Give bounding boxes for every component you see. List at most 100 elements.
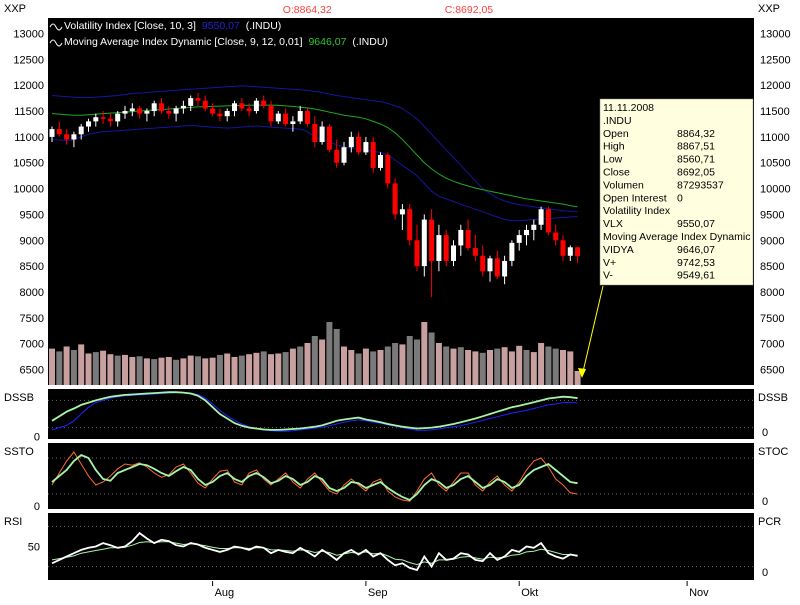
volume-bar bbox=[501, 347, 508, 385]
header-line1-close: C:8692,05 bbox=[445, 4, 494, 16]
candle-body bbox=[93, 117, 99, 122]
volume-bar bbox=[443, 346, 450, 385]
price-tick-label-right: 7000 bbox=[760, 339, 784, 351]
volume-bar bbox=[530, 352, 537, 385]
price-tick-label-left: 6500 bbox=[20, 364, 44, 376]
candle-body bbox=[341, 147, 347, 163]
price-tick-label-left: 8000 bbox=[20, 287, 44, 299]
volume-bar bbox=[92, 352, 99, 385]
price-tick-label-right: 12500 bbox=[760, 54, 791, 66]
dssb-panel[interactable] bbox=[48, 389, 754, 439]
candle-body bbox=[494, 258, 500, 277]
candle-body bbox=[575, 247, 581, 257]
candle-body bbox=[268, 105, 274, 122]
tooltip-row-label: V- bbox=[603, 270, 613, 282]
volume-bar bbox=[465, 350, 472, 385]
volume-bar bbox=[260, 351, 267, 385]
volume-bar bbox=[224, 353, 231, 385]
header-line2: Volatility Index [Close, 10, 3] 9550,07 … bbox=[64, 20, 281, 32]
volume-bar bbox=[348, 350, 355, 385]
candle-body bbox=[553, 232, 559, 241]
candle-body bbox=[275, 113, 281, 122]
volume-bar bbox=[508, 351, 515, 385]
volume-bar bbox=[545, 346, 552, 385]
volume-bar bbox=[238, 355, 245, 385]
candle-body bbox=[64, 134, 70, 140]
volume-bar bbox=[275, 353, 282, 385]
volume-bar bbox=[399, 344, 406, 385]
time-tick-label: Okt bbox=[521, 587, 538, 599]
volume-bar bbox=[180, 358, 187, 385]
price-tick-label-right: 12000 bbox=[760, 80, 791, 92]
volume-bar bbox=[355, 353, 362, 385]
candle-body bbox=[487, 258, 493, 272]
candle-body bbox=[71, 134, 77, 140]
price-tick-label-left: 8500 bbox=[20, 261, 44, 273]
candle-body bbox=[348, 136, 354, 148]
candle-body bbox=[224, 111, 230, 117]
candle-body bbox=[458, 229, 464, 246]
volume-bar bbox=[362, 348, 369, 385]
price-tick-label-left: 7500 bbox=[20, 313, 44, 325]
stoch-tick-label: 0 bbox=[34, 501, 40, 513]
tooltip-row-label: Volumen bbox=[603, 179, 644, 191]
tooltip-row-label: .INDU bbox=[603, 115, 632, 127]
candlestick bbox=[392, 178, 398, 220]
tooltip-row-label: Low bbox=[603, 154, 623, 166]
stoch-label-right: STOC bbox=[758, 446, 788, 458]
volume-bar bbox=[100, 350, 107, 385]
tooltip-row-label: Close bbox=[603, 167, 630, 179]
candle-body bbox=[144, 111, 150, 114]
candle-body bbox=[195, 98, 201, 101]
rsi-label-right: PCR bbox=[758, 516, 781, 528]
candle-body bbox=[78, 126, 84, 135]
tooltip-row-value: 9646,07 bbox=[677, 244, 715, 256]
volume-bar bbox=[319, 339, 326, 385]
scale-label-left: XXP bbox=[4, 3, 26, 15]
volume-bar bbox=[487, 350, 493, 385]
data-tooltip: 11.11.2008.INDUOpen 8864,32 High 8867,51 Low… bbox=[599, 98, 754, 286]
candle-body bbox=[421, 219, 427, 267]
volume-bar bbox=[523, 350, 530, 385]
tooltip-row-value: 9550,07 bbox=[677, 218, 715, 230]
candle-body bbox=[210, 108, 216, 114]
scale-label-right: XXP bbox=[758, 3, 780, 15]
tooltip-row-value: 8692,05 bbox=[677, 167, 715, 179]
price-tick-label-right: 10000 bbox=[760, 184, 791, 196]
tooltip-row-label: 11.11.2008 bbox=[603, 102, 654, 114]
candle-body bbox=[326, 126, 332, 150]
volume-bar bbox=[202, 358, 209, 385]
volume-bar bbox=[304, 343, 311, 385]
candle-body bbox=[159, 103, 164, 112]
volume-bar bbox=[268, 354, 274, 385]
volume-bar bbox=[435, 343, 442, 385]
candle-body bbox=[297, 111, 303, 122]
candle-body bbox=[407, 209, 413, 241]
volume-bar bbox=[143, 358, 150, 385]
candle-body bbox=[363, 142, 369, 153]
volume-bar bbox=[56, 351, 63, 385]
volume-bar bbox=[552, 348, 559, 385]
volume-bar bbox=[158, 357, 165, 385]
volume-bar bbox=[567, 351, 574, 385]
price-tick-label-left: 9000 bbox=[20, 235, 44, 247]
candle-body bbox=[436, 235, 442, 261]
rsi-panel[interactable] bbox=[48, 513, 754, 580]
candlestick bbox=[385, 152, 391, 189]
candle-body bbox=[567, 247, 573, 256]
header-line3-name: Moving Average Index Dynamic [Close, 9, … bbox=[64, 36, 303, 48]
candlestick bbox=[407, 204, 413, 246]
tooltip-row-value: 9742,53 bbox=[677, 257, 715, 269]
volume-bar bbox=[231, 357, 238, 385]
candle-body bbox=[166, 111, 172, 114]
header-line2-value: 9550,07 bbox=[202, 20, 240, 32]
candle-body bbox=[305, 111, 310, 124]
tooltip-row-label: V+ bbox=[603, 257, 616, 269]
volume-bar bbox=[165, 357, 172, 385]
candle-body bbox=[290, 121, 296, 124]
candle-body bbox=[370, 142, 376, 168]
volume-bar bbox=[538, 343, 545, 385]
tooltip-row-label: Moving Average Index Dynamic bbox=[603, 231, 750, 243]
header-line1-name: Dow Jones INDU [.INDU Täglich] 11.11.200… bbox=[62, 4, 277, 16]
volume-bar bbox=[216, 354, 223, 385]
